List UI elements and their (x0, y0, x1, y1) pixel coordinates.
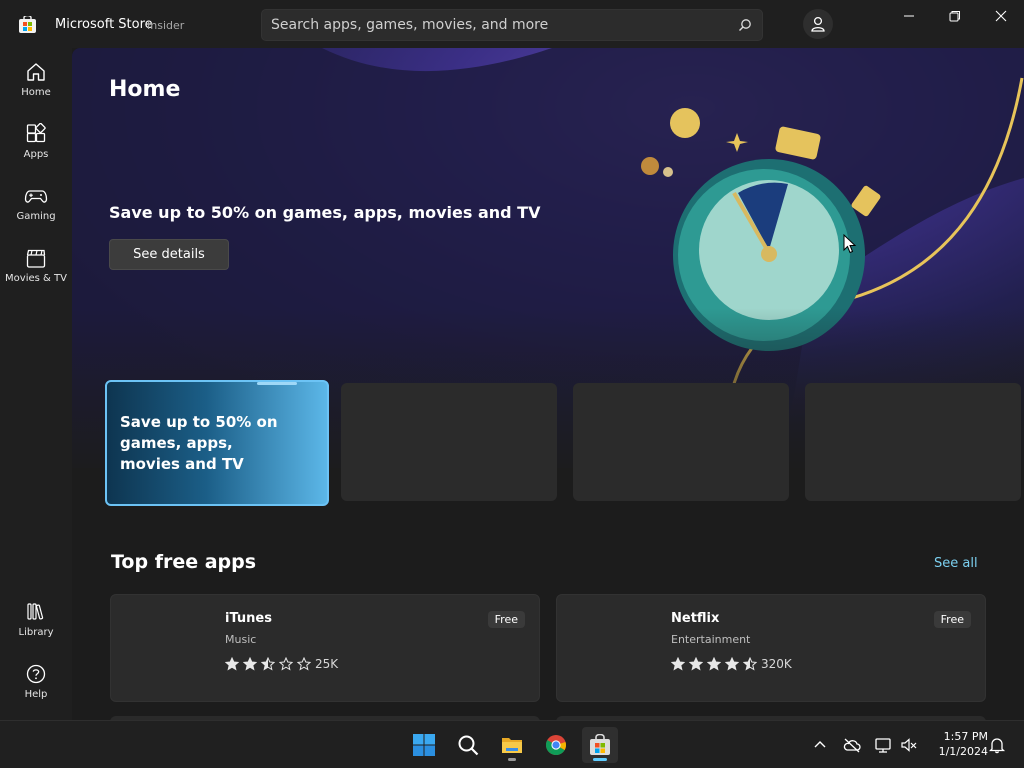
account-button[interactable] (803, 9, 833, 39)
sidebar-item-library[interactable]: Library (2, 596, 70, 652)
sidebar-item-home[interactable]: Home (2, 56, 70, 112)
apps-icon (26, 123, 46, 143)
carousel-tile[interactable] (805, 383, 1021, 501)
taskbar-microsoft-store[interactable] (582, 727, 618, 763)
clapperboard-icon (26, 249, 46, 268)
onedrive-offline-icon[interactable] (843, 736, 861, 754)
store-app-icon (19, 16, 36, 33)
clock-time: 1:57 PM (943, 730, 988, 743)
active-window-indicator (593, 758, 607, 761)
notification-bell-icon[interactable] (988, 736, 1006, 754)
search-box[interactable] (261, 9, 763, 41)
home-icon (27, 63, 45, 81)
app-name: iTunes (225, 611, 272, 626)
start-button[interactable] (406, 727, 442, 763)
app-title: Microsoft Store (55, 17, 153, 32)
minimize-icon (904, 15, 914, 17)
chevron-up-icon[interactable] (811, 736, 829, 754)
sidebar: Home Apps Gaming Movies & TV Library Hel… (0, 48, 72, 720)
see-all-link[interactable]: See all (934, 556, 978, 571)
sidebar-item-label: Help (24, 689, 48, 700)
star-rating (225, 657, 311, 671)
star-filled-icon (243, 657, 257, 671)
sidebar-item-label: Apps (23, 149, 49, 160)
close-button[interactable] (978, 0, 1024, 32)
chrome-icon (545, 735, 566, 756)
search-icon (458, 735, 479, 756)
minimize-button[interactable] (886, 0, 932, 32)
star-rating (671, 657, 757, 671)
sidebar-item-label: Home (21, 87, 51, 98)
clock-date: 1/1/2024 (938, 745, 988, 758)
app-card-netflix[interactable]: Netflix Entertainment Free 320K (556, 594, 986, 702)
section-title: Top free apps (111, 551, 257, 573)
sidebar-item-movies-tv[interactable]: Movies & TV (2, 242, 70, 298)
sidebar-item-help[interactable]: Help (2, 658, 70, 714)
volume-muted-icon[interactable] (900, 736, 918, 754)
app-card-itunes[interactable]: iTunes Music Free 25K (110, 594, 540, 702)
star-empty-icon (279, 657, 293, 671)
app-category: Music (225, 633, 257, 646)
page-title: Home (109, 77, 181, 102)
store-icon (590, 734, 610, 755)
search-input[interactable] (271, 16, 731, 34)
library-icon (27, 603, 44, 620)
gamepad-icon (24, 190, 48, 203)
app-name: Netflix (671, 611, 720, 626)
restore-icon (949, 11, 960, 22)
title-bar: Microsoft Store Insider (0, 0, 1024, 48)
folder-icon (502, 738, 522, 753)
carousel-tile-active[interactable]: Save up to 50% on games, apps, movies an… (105, 380, 329, 506)
star-half-icon (261, 657, 275, 671)
mouse-cursor-icon (843, 234, 857, 254)
carousel-tile[interactable] (341, 383, 557, 501)
taskbar-chrome[interactable] (538, 727, 574, 763)
star-empty-icon (297, 657, 311, 671)
star-filled-icon (689, 657, 703, 671)
main-content: Home Save up to 50% on games, apps, movi… (72, 48, 1024, 720)
star-filled-icon (225, 657, 239, 671)
star-filled-icon (707, 657, 721, 671)
star-filled-icon (725, 657, 739, 671)
taskbar-file-explorer[interactable] (494, 727, 530, 763)
sidebar-item-label: Gaming (16, 211, 56, 222)
taskbar-search-button[interactable] (450, 727, 486, 763)
sidebar-item-apps[interactable]: Apps (2, 118, 70, 174)
rating-count: 320K (761, 657, 792, 671)
tile-progress-indicator (257, 382, 297, 385)
insider-badge: Insider (147, 19, 185, 32)
carousel-tile[interactable] (573, 383, 789, 501)
search-icon[interactable] (738, 18, 752, 32)
sidebar-item-gaming[interactable]: Gaming (2, 180, 70, 236)
close-icon (995, 10, 1007, 22)
app-category: Entertainment (671, 633, 751, 646)
star-filled-icon (671, 657, 685, 671)
person-icon (811, 16, 825, 32)
rating-count: 25K (315, 657, 339, 671)
price-badge: Free (487, 611, 525, 628)
running-indicator (508, 758, 516, 761)
sidebar-item-label: Library (18, 627, 54, 638)
restore-button[interactable] (932, 0, 978, 32)
help-icon (26, 664, 46, 684)
see-details-button[interactable]: See details (109, 239, 229, 270)
windows-logo-icon (413, 734, 435, 756)
sidebar-item-label: Movies & TV (5, 273, 67, 284)
promo-headline: Save up to 50% on games, apps, movies an… (109, 203, 541, 222)
system-clock[interactable]: 1:57 PM 1/1/2024 (924, 729, 988, 759)
price-badge: Free (933, 611, 971, 628)
star-half-icon (743, 657, 757, 671)
network-icon[interactable] (874, 736, 892, 754)
taskbar: 1:57 PM 1/1/2024 (0, 720, 1024, 768)
carousel-tile-text: Save up to 50% on games, apps, movies an… (120, 413, 278, 473)
